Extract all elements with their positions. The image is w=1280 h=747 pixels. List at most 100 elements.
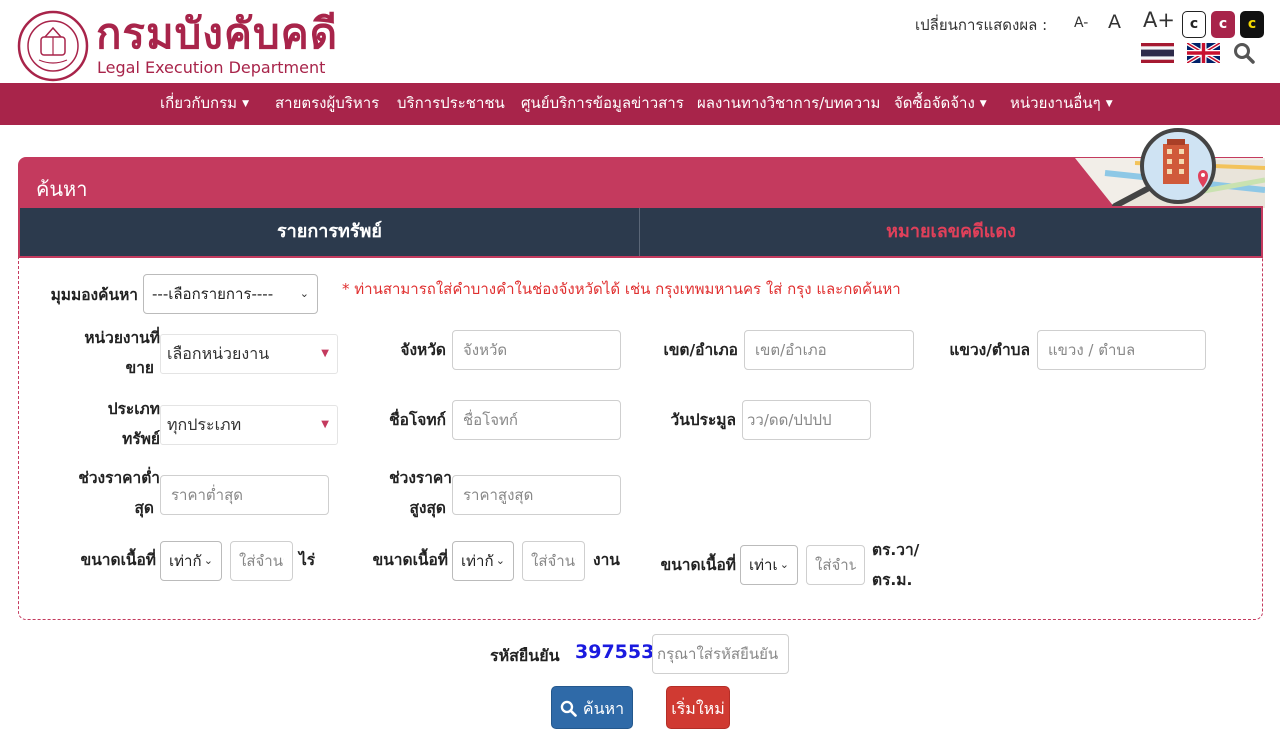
unit-wa-line2: ตร.ม. [872,571,913,589]
plaintiff-input[interactable] [452,400,621,440]
nav-item-academic[interactable]: ผลงานทางวิชาการ/บทความ [697,83,880,125]
nav-item-other-agencies[interactable]: หน่วยงานอื่นๆ ▼ [1010,83,1113,125]
captcha-label: รหัสยืนยัน [490,646,560,665]
caret-down-icon: ▼ [321,348,329,359]
agency-label: หน่วยงานที่ ขาย [60,326,160,380]
view-label: มุมมองค้นหา [50,286,138,304]
price-min-label: ช่วงราคาต่ำ สุด [60,466,160,520]
plaintiff-label: ชื่อโจทก์ [389,411,446,429]
area-ngan-input[interactable] [522,541,585,581]
reset-button-label: เริ่มใหม่ [671,699,725,718]
unit-rai-label: ไร่ [299,551,316,569]
area-ngan-label: ขนาดเนื้อที่ [372,551,448,569]
area-rai-compare-value: เท่ากั [169,552,202,570]
search-button[interactable]: ค้นหา [551,686,633,729]
nav-item-label: ศูนย์บริการข้อมูลข่าวสาร [521,94,684,112]
area-rai-compare-select[interactable]: เท่ากั ⌄ [160,541,222,581]
property-type-label-line2: ทรัพย์ [122,430,160,448]
nav-item-label: บริการประชาชน [397,94,505,112]
area-wa-input[interactable] [806,545,865,585]
nav-item-public-service[interactable]: บริการประชาชน [397,83,505,125]
nav-item-label: เกี่ยวกับกรม [160,94,238,112]
tab-red-case-number[interactable]: หมายเลขคดีแดง [641,208,1261,256]
uk-flag-icon[interactable] [1187,43,1220,63]
price-max-label-line1: ช่วงราคา [389,469,452,487]
font-increase-button[interactable]: A+ [1143,8,1175,32]
contrast-dark-button[interactable]: c [1240,11,1264,38]
search-hint-text: * ท่านสามารถใส่คำบางคำในช่องจังหวัดได้ เ… [342,280,901,298]
subdistrict-input[interactable] [1037,330,1206,370]
search-tabs: รายการทรัพย์ หมายเลขคดีแดง [18,206,1263,258]
area-ngan-compare-value: เท่ากั [461,552,494,570]
nav-item-info-center[interactable]: ศูนย์บริการข้อมูลข่าวสาร [521,83,684,125]
property-map-illustration [1075,128,1265,208]
chevron-down-icon: ⌄ [203,554,213,567]
district-label: เขต/อำเภอ [663,341,738,359]
nav-item-executive-line[interactable]: สายตรงผู้บริหาร [275,83,379,125]
area-wa-compare-select[interactable]: เท่าเ ⌄ [740,545,798,585]
tab-property-list[interactable]: รายการทรัพย์ [20,208,640,256]
area-rai-input[interactable] [230,541,293,581]
caret-down-icon: ▼ [242,99,249,109]
auction-date-input[interactable] [742,400,871,440]
district-input[interactable] [744,330,914,370]
price-min-input[interactable] [160,475,329,515]
agency-label-line1: หน่วยงานที่ [84,329,160,347]
nav-item-procurement[interactable]: จัดซื้อจัดจ้าง ▼ [894,83,987,125]
area-wa-compare-value: เท่าเ [749,556,778,574]
main-nav: เกี่ยวกับกรม ▼ สายตรงผู้บริหาร บริการประช… [0,83,1280,125]
captcha-input[interactable] [652,634,789,674]
province-label: จังหวัด [400,341,446,359]
caret-down-icon: ▼ [321,419,329,430]
captcha-code: 397553 [575,641,655,663]
search-button-label: ค้นหา [582,699,625,718]
view-select[interactable]: ---เลือกรายการ---- ⌄ [143,274,318,314]
subdistrict-label: แขวง/ตำบล [949,341,1030,359]
site-header: กรมบังคับคดี Legal Execution Department … [0,0,1280,83]
unit-wa-label: ตร.วา/ ตร.ม. [872,538,919,592]
property-type-label: ประเภท ทรัพย์ [60,397,160,451]
area-ngan-compare-select[interactable]: เท่ากั ⌄ [452,541,514,581]
view-select-value: ---เลือกรายการ---- [152,285,274,303]
price-max-label: ช่วงราคา สูงสุด [372,466,452,520]
unit-ngan-label: งาน [593,551,620,569]
nav-item-about[interactable]: เกี่ยวกับกรม ▼ [160,83,249,125]
contrast-brand-button[interactable]: c [1211,11,1235,38]
search-panel-title: ค้นหา [36,177,88,201]
logo-thai-text[interactable]: กรมบังคับคดี [96,10,338,58]
unit-wa-line1: ตร.วา/ [872,541,920,559]
area-rai-label: ขนาดเนื้อที่ [80,551,156,569]
caret-down-icon: ▼ [979,99,987,109]
property-type-label-line1: ประเภท [107,400,160,418]
agency-select[interactable]: เลือกหน่วยงาน ▼ [160,334,338,374]
department-seal-logo[interactable] [17,10,89,82]
logo-english-text[interactable]: Legal Execution Department [97,58,325,77]
caret-down-icon: ▼ [1105,99,1113,109]
contrast-default-button[interactable]: c [1182,11,1206,38]
property-type-select-value: ทุกประเภท [167,415,242,434]
property-type-select[interactable]: ทุกประเภท ▼ [160,405,338,445]
nav-item-label: ผลงานทางวิชาการ/บทความ [697,94,881,112]
auction-date-label: วันประมูล [670,411,736,429]
search-icon [560,700,577,717]
price-min-label-line2: สุด [134,499,154,517]
header-search-icon[interactable] [1233,42,1255,64]
price-min-label-line1: ช่วงราคาต่ำ [78,469,160,487]
chevron-down-icon: ⌄ [495,554,505,567]
price-max-label-line2: สูงสุด [409,499,446,517]
price-max-input[interactable] [452,475,621,515]
agency-select-value: เลือกหน่วยงาน [167,344,270,363]
area-wa-label: ขนาดเนื้อที่ [660,556,736,574]
nav-item-label: สายตรงผู้บริหาร [275,94,380,112]
nav-item-label: หน่วยงานอื่นๆ [1010,94,1101,112]
thai-flag-icon[interactable] [1141,43,1174,63]
nav-item-label: จัดซื้อจัดจ้าง [894,94,975,112]
chevron-down-icon: ⌄ [299,287,309,300]
agency-label-line2: ขาย [125,359,154,377]
font-normal-button[interactable]: A [1108,11,1121,33]
province-input[interactable] [452,330,621,370]
chevron-down-icon: ⌄ [779,558,789,571]
display-settings-label: เปลี่ยนการแสดงผล : [915,16,1048,34]
reset-button[interactable]: เริ่มใหม่ [666,686,730,729]
font-decrease-button[interactable]: A- [1074,15,1088,31]
